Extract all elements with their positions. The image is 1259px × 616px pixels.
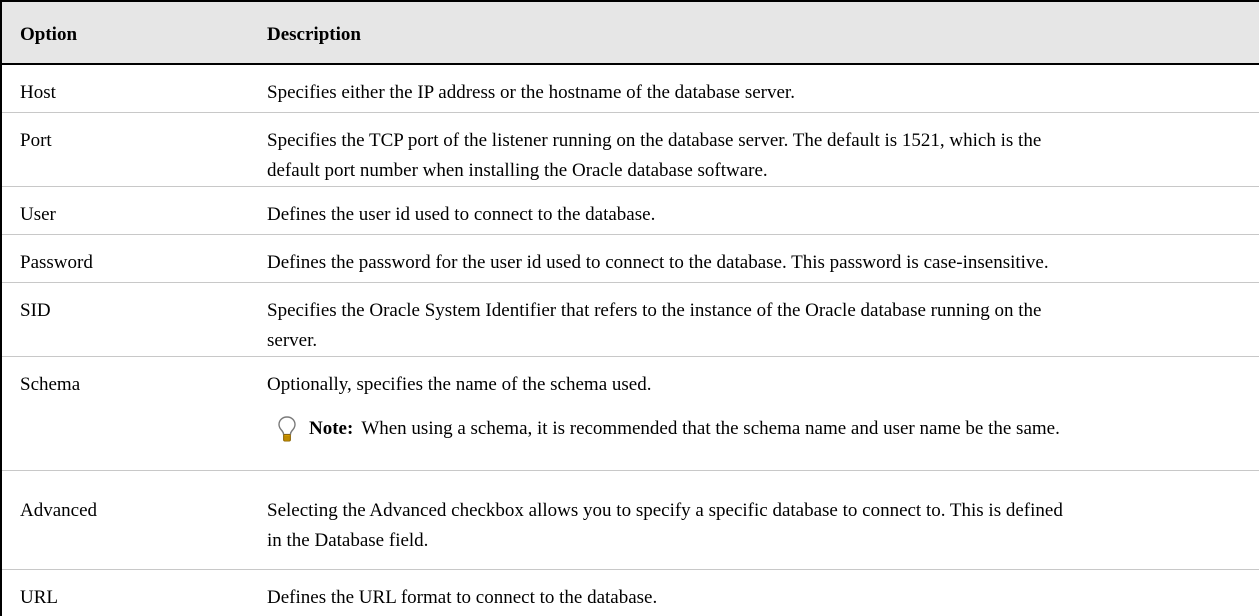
note-text: When using a schema, it is recommended t… [361,418,1060,439]
description-cell: Selecting the Advanced checkbox allows y… [267,496,1063,556]
description-cell: Optionally, specifies the name of the sc… [267,370,651,400]
description-cell: Defines the user id used to connect to t… [267,200,655,230]
table-row: Password Defines the password for the us… [2,235,1259,283]
table-row: Host Specifies either the IP address or … [2,65,1259,113]
note-callout: Note: When using a schema, it is recommen… [277,414,1060,444]
header-option: Option [20,24,78,45]
lightbulb-icon [277,415,297,443]
option-cell: URL [20,587,58,608]
description-line: default port number when installing the … [267,160,768,181]
description-line: Optionally, specifies the name of the sc… [267,374,652,395]
option-cell: Port [20,130,52,151]
table-row: SID Specifies the Oracle System Identifi… [2,283,1259,357]
table-header-row: Option Description [2,2,1259,65]
description-line: in the Database field. [267,530,429,551]
note-label: Note: [309,418,354,439]
description-cell: Defines the password for the user id use… [267,248,1049,278]
header-description: Description [267,24,361,45]
description-line: Specifies the TCP port of the listener r… [267,130,1042,151]
description-cell: Specifies the TCP port of the listener r… [267,126,1041,186]
description-cell: Defines the URL format to connect to the… [267,583,657,613]
option-cell: SID [20,300,51,321]
description-line: Defines the URL format to connect to the… [267,587,658,608]
table-row: URL Defines the URL format to connect to… [2,570,1259,616]
option-cell: User [20,204,56,225]
description-cell: Specifies the Oracle System Identifier t… [267,296,1041,356]
description-line: server. [267,330,318,351]
description-line: Selecting the Advanced checkbox allows y… [267,500,1063,521]
table-row: Schema Optionally, specifies the name of… [2,357,1259,471]
option-cell: Advanced [20,500,98,521]
description-cell: Specifies either the IP address or the h… [267,78,795,108]
option-cell: Password [20,252,93,273]
options-table: Option Description Host Specifies either… [0,0,1259,616]
table-row: Advanced Selecting the Advanced checkbox… [2,471,1259,570]
description-line: Specifies the Oracle System Identifier t… [267,300,1042,321]
description-line: Specifies either the IP address or the h… [267,82,795,103]
table-row: Port Specifies the TCP port of the liste… [2,113,1259,187]
description-line: Defines the password for the user id use… [267,252,1049,273]
option-cell: Host [20,82,56,103]
table-row: User Defines the user id used to connect… [2,187,1259,235]
description-line: Defines the user id used to connect to t… [267,204,656,225]
option-cell: Schema [20,374,81,395]
